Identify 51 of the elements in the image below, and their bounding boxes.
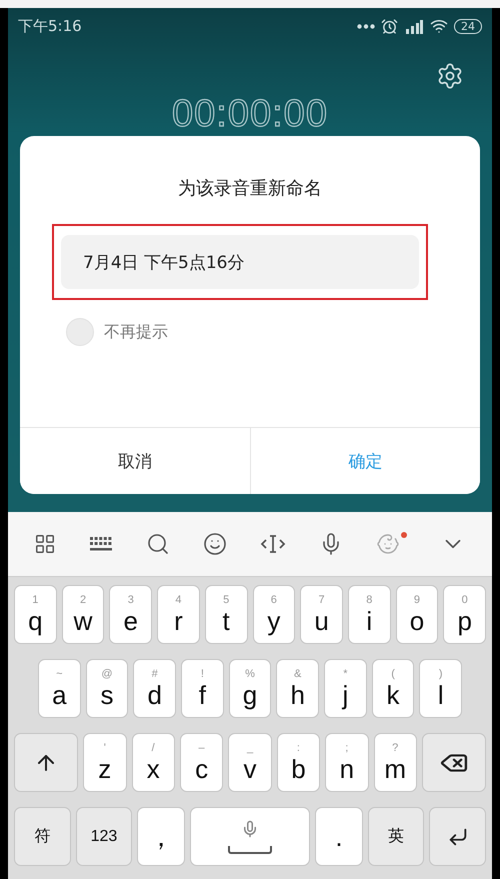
keyboard-key[interactable]: 8 i [348,585,391,644]
space-key[interactable] [190,807,310,866]
dont-remind-checkbox[interactable] [66,318,94,346]
keyboard-key[interactable]: 2 w [62,585,104,644]
dialog-title: 为该录音重新命名 [177,177,323,200]
backspace-key[interactable] [422,733,486,792]
keyboard-key[interactable]: 4 r [157,585,200,644]
mic-icon [241,820,259,838]
keyboard-key[interactable]: / x [132,733,175,792]
keyboard-key[interactable]: 0 p [443,585,486,644]
keyboard-key[interactable]: – c [180,733,224,792]
keyboard-key[interactable]: 9 o [396,585,438,644]
recording-timer: 00:00:00 [172,94,328,134]
keyboard-key[interactable]: ' z [83,733,126,792]
keyboard-key[interactable]: @ s [86,659,128,718]
keyboard-icon[interactable] [89,535,114,553]
keyboard-key[interactable]: . [315,807,363,866]
keyboard-key[interactable]: ， [137,807,185,866]
search-icon[interactable] [146,532,170,556]
keyboard-key[interactable]: 123 [76,807,132,866]
keyboard-key[interactable]: % g [228,659,272,718]
name-input-field[interactable]: 7月4日 下午5点16分 [61,235,419,289]
alarm-icon [381,18,398,34]
keyboard-key[interactable]: 7 u [300,585,343,644]
smile-icon[interactable] [203,532,228,556]
keyboard-key[interactable]: ! f [181,659,224,718]
dont-remind-label: 不再提示 [104,322,168,342]
keyboard-key[interactable]: 符 [14,807,71,866]
keyboard-key[interactable]: 3 e [109,585,152,644]
keyboard-key[interactable]: ? m [374,733,417,792]
keyboard-key[interactable]: * j [324,659,367,718]
keyboard-key[interactable]: 英 [368,807,424,866]
settings-icon[interactable] [436,62,464,90]
keyboard-key[interactable]: # d [133,659,176,718]
battery-level: 24 [454,18,482,34]
grid-icon[interactable] [34,533,56,555]
cursor-move-icon[interactable] [260,533,286,555]
keyboard-key[interactable]: & h [276,659,320,718]
keyboard-key[interactable]: 6 y [252,585,296,644]
status-time: 下午5:16 [18,16,83,36]
keyboard-key[interactable]: ~ a [38,659,81,718]
keyboard-key[interactable]: : b [276,733,320,792]
keyboard-key[interactable]: ) l [419,659,462,718]
keyboard-key[interactable]: 1 q [14,585,57,644]
keyboard-key[interactable]: ; n [325,733,369,792]
signal-icon [404,18,424,34]
wifi-icon [430,17,448,35]
keyboard-key[interactable]: _ v [228,733,272,792]
more-icon [357,24,375,28]
keyboard-key[interactable]: 5 t [204,585,248,644]
keyboard-key[interactable]: ( k [372,659,414,718]
